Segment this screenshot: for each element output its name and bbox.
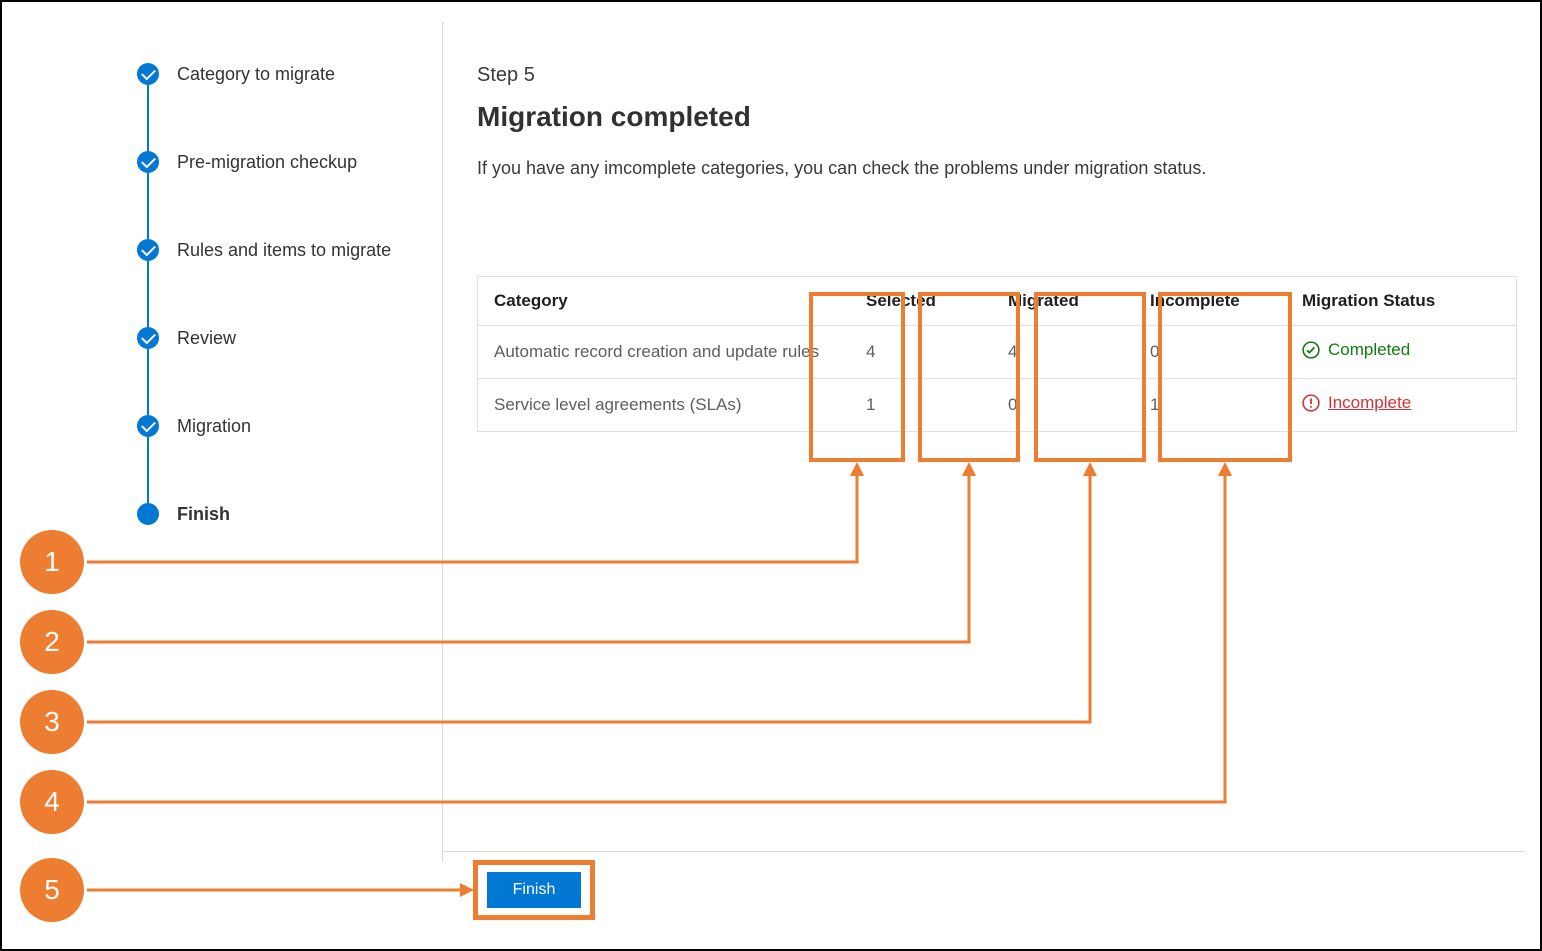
cell-category: Service level agreements (SLAs) — [478, 379, 851, 432]
cell-migrated: 0 — [992, 379, 1134, 432]
table-row: Service level agreements (SLAs) 1 0 1 In… — [478, 379, 1517, 432]
footer-divider — [442, 851, 1525, 852]
main-content: Step 5 Migration completed If you have a… — [477, 64, 1497, 181]
step-label: Finish — [177, 504, 230, 525]
cell-incomplete: 0 — [1134, 326, 1286, 379]
cell-incomplete: 1 — [1134, 379, 1286, 432]
check-icon — [137, 415, 159, 437]
check-icon — [137, 151, 159, 173]
check-icon — [137, 239, 159, 261]
col-migrated: Migrated — [992, 277, 1134, 326]
step-label: Review — [177, 328, 236, 349]
annotation-callout-5: 5 — [20, 858, 84, 922]
annotation-callout-3: 3 — [20, 690, 84, 754]
step-label: Pre-migration checkup — [177, 152, 357, 173]
col-selected: Selected — [850, 277, 992, 326]
step-review[interactable]: Review — [137, 324, 437, 352]
step-pre-migration-checkup[interactable]: Pre-migration checkup — [137, 148, 437, 176]
status-label: Completed — [1328, 340, 1410, 360]
step-label: Migration — [177, 416, 251, 437]
table-header-row: Category Selected Migrated Incomplete Mi… — [478, 277, 1517, 326]
annotation-callout-2: 2 — [20, 610, 84, 674]
cell-selected: 1 — [850, 379, 992, 432]
page-subtitle: If you have any imcomplete categories, y… — [477, 155, 1307, 181]
migration-status-table: Category Selected Migrated Incomplete Mi… — [477, 276, 1517, 432]
success-icon — [1302, 341, 1320, 359]
check-icon — [137, 327, 159, 349]
step-label: Category to migrate — [177, 64, 335, 85]
status-incomplete[interactable]: Incomplete — [1302, 393, 1411, 413]
error-icon — [1302, 394, 1320, 412]
cell-category: Automatic record creation and update rul… — [478, 326, 851, 379]
check-icon — [137, 63, 159, 85]
circle-icon — [137, 503, 159, 525]
cell-selected: 4 — [850, 326, 992, 379]
step-finish[interactable]: Finish — [137, 500, 437, 528]
cell-status: Completed — [1286, 326, 1517, 379]
vertical-divider — [442, 22, 443, 862]
step-migration[interactable]: Migration — [137, 412, 437, 440]
annotation-callout-1: 1 — [20, 530, 84, 594]
step-rules-and-items[interactable]: Rules and items to migrate — [137, 236, 437, 264]
table-row: Automatic record creation and update rul… — [478, 326, 1517, 379]
status-completed: Completed — [1302, 340, 1410, 360]
annotation-callout-4: 4 — [20, 770, 84, 834]
cell-migrated: 4 — [992, 326, 1134, 379]
step-number-label: Step 5 — [477, 64, 1497, 87]
col-category: Category — [478, 277, 851, 326]
step-category-to-migrate[interactable]: Category to migrate — [137, 60, 437, 88]
wizard-stepper: Category to migrate Pre-migration checku… — [137, 60, 437, 528]
page-title: Migration completed — [477, 101, 1497, 133]
step-label: Rules and items to migrate — [177, 240, 391, 261]
col-incomplete: Incomplete — [1134, 277, 1286, 326]
col-migration-status: Migration Status — [1286, 277, 1517, 326]
status-label[interactable]: Incomplete — [1328, 393, 1411, 413]
finish-button[interactable]: Finish — [487, 872, 581, 908]
cell-status: Incomplete — [1286, 379, 1517, 432]
